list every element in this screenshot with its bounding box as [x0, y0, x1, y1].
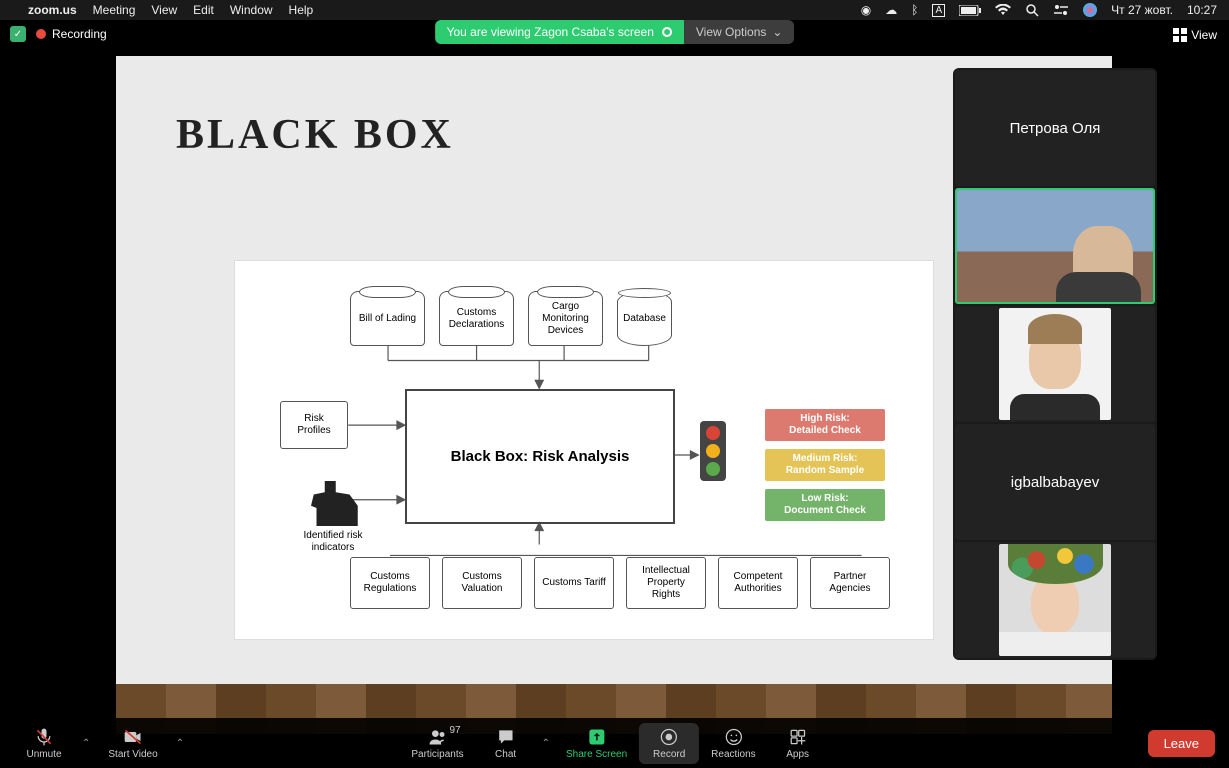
- source-database: Database: [617, 291, 672, 346]
- view-layout-label: View: [1191, 28, 1217, 42]
- risk-low-box: Low Risk: Document Check: [765, 489, 885, 521]
- recording-indicator[interactable]: Recording: [36, 27, 107, 41]
- participants-icon: 97: [427, 727, 447, 747]
- shared-screen-area: BLACK BOX: [16, 20, 1112, 723]
- encryption-shield-icon[interactable]: ✓: [10, 26, 26, 42]
- ref-customs-regulations: Customs Regulations: [350, 557, 430, 609]
- lamp-red: [706, 426, 720, 440]
- black-box-center: Black Box: Risk Analysis: [405, 389, 675, 524]
- wifi-icon[interactable]: [995, 4, 1011, 16]
- risk-high-box: High Risk: Detailed Check: [765, 409, 885, 441]
- start-video-button[interactable]: Start Video: [98, 723, 167, 764]
- start-video-label: Start Video: [108, 749, 157, 760]
- chevron-down-icon: ⌄: [772, 25, 782, 39]
- screenshare-dot-icon: [662, 27, 672, 37]
- participant-name: igbalbabayev: [1011, 474, 1099, 491]
- tray-icon-cloud[interactable]: ☁: [885, 3, 897, 17]
- risk-med-box: Medium Risk: Random Sample: [765, 449, 885, 481]
- record-button[interactable]: Record: [639, 723, 699, 764]
- participants-count: 97: [449, 725, 460, 736]
- control-center-icon[interactable]: [1053, 4, 1069, 16]
- chat-button[interactable]: Chat: [476, 723, 536, 764]
- participants-label: Participants: [411, 749, 463, 760]
- participant-tile-4[interactable]: igbalbabayev: [955, 424, 1155, 540]
- officer-icon: [306, 481, 361, 526]
- app-name[interactable]: zoom.us: [28, 3, 77, 17]
- menu-edit[interactable]: Edit: [193, 3, 214, 17]
- unmute-button[interactable]: Unmute: [14, 723, 74, 764]
- view-options-label: View Options: [696, 25, 766, 39]
- recording-label: Recording: [52, 27, 107, 41]
- ref-partner-agencies: Partner Agencies: [810, 557, 890, 609]
- lamp-yellow: [706, 444, 720, 458]
- menubar-time[interactable]: 10:27: [1187, 3, 1217, 17]
- mic-muted-icon: [34, 727, 54, 747]
- participants-button[interactable]: 97 Participants: [401, 723, 473, 764]
- video-off-icon: [123, 727, 143, 747]
- participant-name: Петрова Оля: [1010, 120, 1101, 137]
- menu-window[interactable]: Window: [230, 3, 273, 17]
- ref-customs-valuation: Customs Valuation: [442, 557, 522, 609]
- apps-button[interactable]: Apps: [768, 723, 828, 764]
- siri-icon[interactable]: [1083, 3, 1097, 17]
- menu-meeting[interactable]: Meeting: [93, 3, 136, 17]
- view-options-button[interactable]: View Options ⌄: [684, 20, 795, 44]
- apps-icon: [788, 727, 808, 747]
- spotlight-icon[interactable]: [1025, 3, 1039, 17]
- reactions-icon: [723, 727, 743, 747]
- battery-icon[interactable]: [959, 5, 981, 16]
- zoom-toolbar: Unmute ⌃ Start Video ⌃ 97 Participants C…: [0, 718, 1229, 768]
- lamp-green: [706, 462, 720, 476]
- participant-video: [957, 190, 1153, 302]
- officer-label: Identified risk indicators: [304, 530, 363, 554]
- bluetooth-icon[interactable]: ᛒ: [911, 3, 918, 17]
- input-icon[interactable]: A: [932, 4, 945, 17]
- participant-tile-2-speaker[interactable]: [955, 188, 1155, 304]
- risk-profiles-stack: Risk Profiles: [280, 401, 348, 449]
- reactions-button[interactable]: Reactions: [701, 723, 765, 764]
- record-label: Record: [653, 749, 685, 760]
- chat-icon: [496, 727, 516, 747]
- share-icon: [587, 727, 607, 747]
- menu-view[interactable]: View: [151, 3, 177, 17]
- ref-customs-tariff: Customs Tariff: [534, 557, 614, 609]
- source-bill-of-lading: Bill of Lading: [350, 291, 425, 346]
- chat-label: Chat: [495, 749, 516, 760]
- share-screen-button[interactable]: Share Screen: [556, 723, 637, 764]
- slide-title: BLACK BOX: [176, 111, 1082, 159]
- share-label: Share Screen: [566, 749, 627, 760]
- menu-help[interactable]: Help: [289, 3, 314, 17]
- leave-button[interactable]: Leave: [1148, 730, 1215, 757]
- participant-tile-3[interactable]: [955, 306, 1155, 422]
- record-icon: [659, 727, 679, 747]
- source-cargo-monitoring: Cargo Monitoring Devices: [528, 291, 603, 346]
- participants-gallery: Петрова Оля igbalbabayev: [953, 68, 1157, 660]
- participant-tile-1[interactable]: Петрова Оля: [955, 70, 1155, 186]
- macos-menubar: zoom.us Meeting View Edit Window Help ◉ …: [0, 0, 1229, 20]
- video-caret[interactable]: ⌃: [172, 734, 188, 753]
- source-customs-declarations: Customs Declarations: [439, 291, 514, 346]
- traffic-light-icon: [700, 421, 726, 481]
- ref-competent-auth: Competent Authorities: [718, 557, 798, 609]
- apps-label: Apps: [786, 749, 809, 760]
- recording-dot-icon: [36, 29, 46, 39]
- screenshare-banner: You are viewing Zagon Csaba's screen Vie…: [435, 20, 795, 44]
- unmute-label: Unmute: [26, 749, 61, 760]
- audio-caret[interactable]: ⌃: [78, 734, 94, 753]
- risk-officer: Identified risk indicators: [293, 481, 373, 554]
- participant-avatar: [999, 308, 1111, 420]
- view-layout-button[interactable]: View: [1173, 28, 1217, 42]
- menubar-date[interactable]: Чт 27 жовт.: [1111, 3, 1173, 17]
- screenshare-text: You are viewing Zagon Csaba's screen: [447, 25, 654, 39]
- screenshare-status: You are viewing Zagon Csaba's screen: [435, 20, 684, 44]
- tray-icon-circle[interactable]: ◉: [861, 3, 871, 17]
- participant-avatar: [999, 544, 1111, 656]
- reactions-label: Reactions: [711, 749, 755, 760]
- diagram-risk-analysis: Bill of Lading Customs Declarations Carg…: [234, 260, 934, 640]
- chat-caret[interactable]: ⌃: [538, 734, 554, 753]
- participant-tile-5[interactable]: [955, 542, 1155, 658]
- ref-ip-rights: Intellectual Property Rights: [626, 557, 706, 609]
